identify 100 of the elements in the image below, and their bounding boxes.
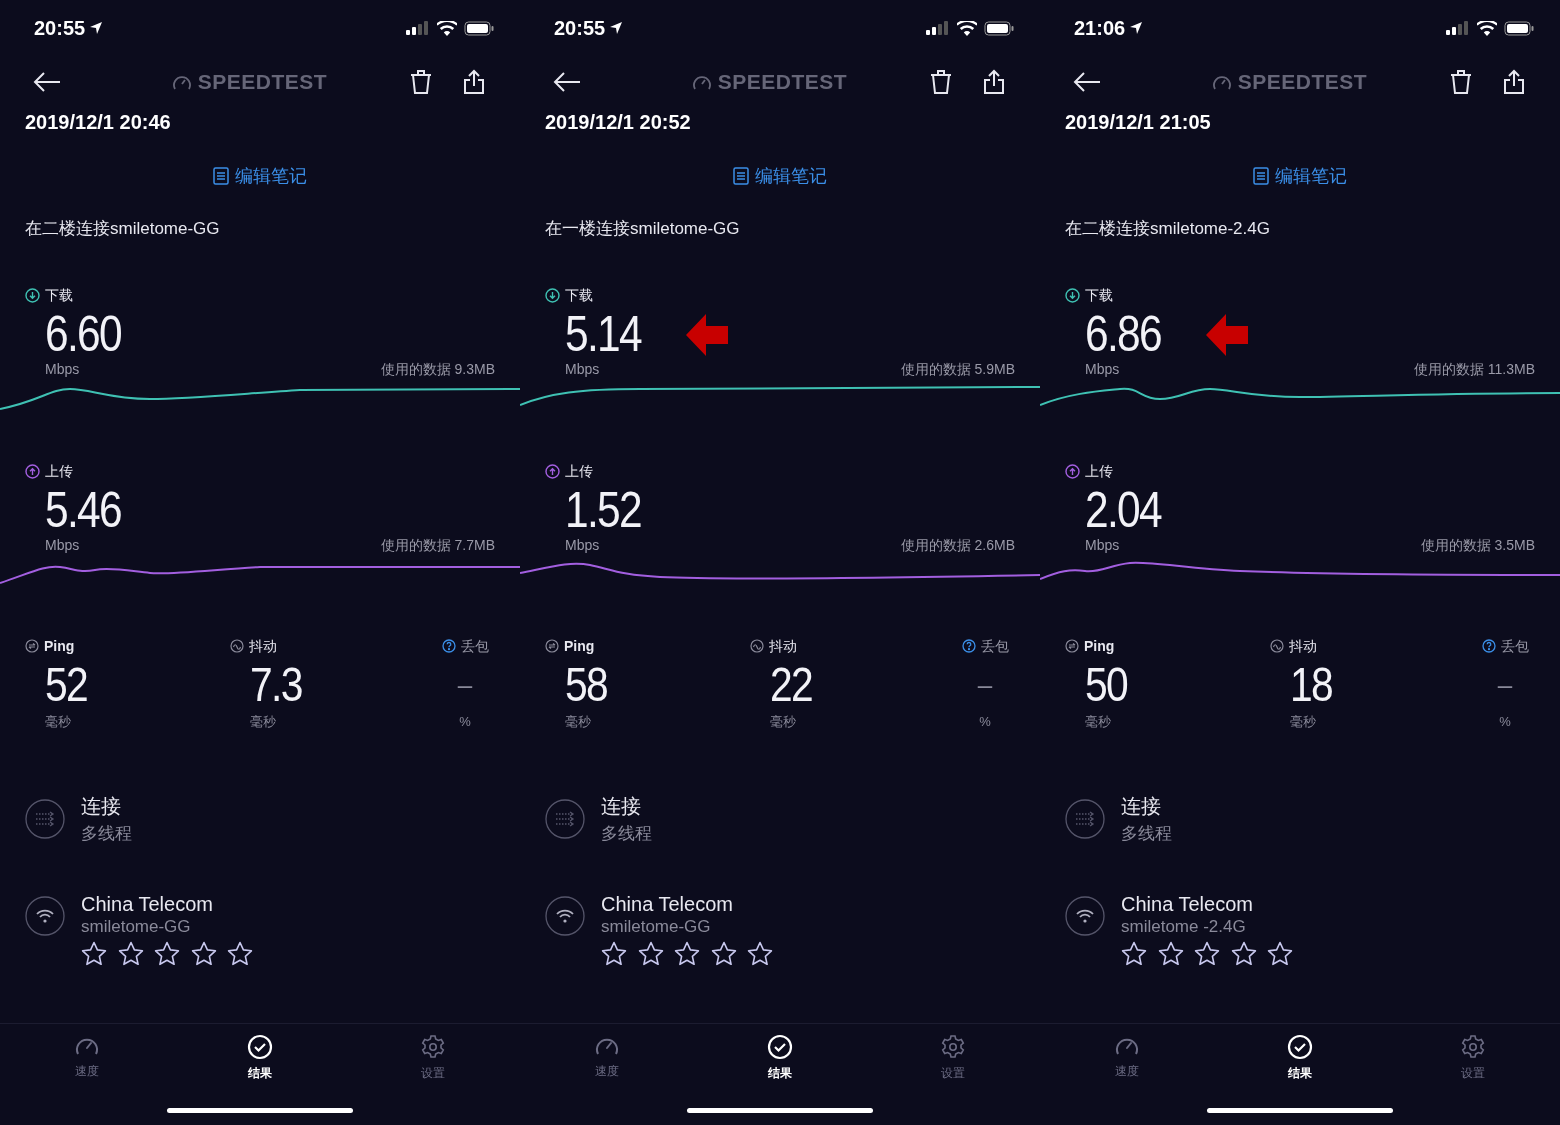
network-name: smiletome-GG: [601, 916, 712, 937]
status-time: 20:55: [554, 16, 606, 41]
unit-label: Mbps: [565, 535, 600, 555]
metric-label: 丢包: [460, 636, 489, 656]
tab-button[interactable]: 设置: [913, 1034, 993, 1095]
download-icon: [25, 287, 40, 303]
metric-unit: 毫秒: [565, 714, 591, 729]
wifi-icon: [1477, 20, 1497, 36]
status-time: 21:06: [1074, 16, 1126, 41]
star-icon: [81, 940, 107, 966]
ping-icon: [25, 639, 39, 653]
metric-label: Ping: [1084, 636, 1115, 656]
settings-icon: [1460, 1034, 1486, 1060]
test-date: 2019/12/1 21:05: [1065, 110, 1211, 135]
tab-button[interactable]: 设置: [1433, 1034, 1513, 1095]
star-icon: [747, 940, 773, 966]
star-icon: [227, 940, 253, 966]
metric-unit: %: [979, 714, 991, 729]
gauge-icon: [691, 73, 712, 91]
edit-note-link[interactable]: 编辑笔记: [733, 161, 827, 191]
check-circle-icon: [247, 1034, 273, 1060]
wifi-icon: [957, 20, 977, 36]
tab-button[interactable]: 速度: [567, 1034, 647, 1095]
section-label: 上传: [1085, 461, 1113, 481]
edit-note-link[interactable]: 编辑笔记: [213, 161, 307, 191]
wifi-icon: [1065, 895, 1105, 936]
metric-unit: 毫秒: [770, 714, 796, 729]
app-logo: SPEEDTEST: [717, 69, 848, 96]
star-icon: [190, 940, 217, 966]
section-label: 下载: [45, 285, 73, 305]
connection-icon: [25, 798, 65, 839]
star-icon: [1194, 940, 1220, 966]
metric-unit: %: [459, 714, 471, 729]
location-arrow-icon: [1129, 21, 1144, 35]
metric-label: 丢包: [980, 636, 1009, 656]
data-used: 使用的数据 9.3MB: [380, 359, 495, 379]
data-used: 使用的数据 11.3MB: [1413, 359, 1535, 379]
star-icon: [1157, 940, 1184, 966]
edit-note-link[interactable]: 编辑笔记: [1253, 161, 1347, 191]
star-icon: [1121, 940, 1147, 966]
metric-unit: 毫秒: [1290, 714, 1316, 729]
tab-button[interactable]: 速度: [47, 1034, 127, 1095]
star-icon: [637, 940, 664, 966]
status-time: 20:55: [34, 16, 86, 41]
check-circle-icon: [1287, 1034, 1313, 1060]
speed-value: 5.14: [565, 309, 641, 359]
connection-mode: 多线程: [601, 823, 652, 845]
tab-button[interactable]: 结果: [740, 1034, 820, 1095]
delete-button[interactable]: [408, 68, 434, 96]
connection-mode: 多线程: [1121, 823, 1172, 845]
tab-button[interactable]: 结果: [220, 1034, 300, 1095]
note-icon: [1253, 167, 1269, 185]
connection-icon: [545, 798, 585, 839]
data-used: 使用的数据 7.7MB: [380, 535, 495, 555]
metric-value: 52: [45, 661, 87, 709]
provider-name: China Telecom: [601, 891, 734, 917]
metric-value: 7.3: [250, 661, 302, 709]
help-icon: [1481, 639, 1496, 653]
upload-icon: [545, 463, 560, 479]
speed-value: 6.60: [45, 309, 121, 359]
data-used: 使用的数据 5.9MB: [900, 359, 1015, 379]
tab-button[interactable]: 速度: [1087, 1034, 1167, 1095]
network-name: smiletome -2.4G: [1121, 916, 1247, 937]
metric-unit: 毫秒: [1085, 714, 1111, 729]
star-icon: [117, 940, 144, 966]
app-logo: SPEEDTEST: [197, 69, 328, 96]
connection-title: 连接: [81, 794, 122, 819]
wifi-icon: [545, 895, 585, 936]
test-date: 2019/12/1 20:46: [25, 110, 171, 135]
gauge-icon: [171, 73, 192, 91]
tab-button[interactable]: 结果: [1260, 1034, 1340, 1095]
help-icon: [961, 639, 976, 653]
delete-button[interactable]: [928, 68, 954, 96]
share-button[interactable]: [982, 68, 1006, 96]
unit-label: Mbps: [45, 359, 80, 379]
unit-label: Mbps: [45, 535, 80, 555]
metric-label: 抖动: [1289, 636, 1317, 656]
download-icon: [545, 287, 560, 303]
metric-value: 50: [1085, 661, 1127, 709]
wave-icon: [1270, 639, 1284, 653]
connection-title: 连接: [1121, 794, 1162, 819]
settings-icon: [420, 1034, 446, 1060]
metric-value: 58: [565, 661, 607, 709]
metric-unit: %: [1499, 714, 1511, 729]
signal-icon: [406, 21, 430, 35]
metric-value: –: [977, 668, 993, 702]
data-used: 使用的数据 3.5MB: [1420, 535, 1535, 555]
unit-label: Mbps: [1085, 535, 1120, 555]
battery-icon: [464, 20, 494, 36]
star-icon: [154, 940, 180, 966]
wifi-icon: [25, 895, 65, 936]
upload-icon: [1065, 463, 1080, 479]
share-button[interactable]: [1502, 68, 1526, 96]
star-icon: [710, 940, 737, 966]
note-text: 在二楼连接smiletome-GG: [25, 218, 220, 241]
wave-icon: [750, 639, 764, 653]
download-icon: [1065, 287, 1080, 303]
share-button[interactable]: [462, 68, 486, 96]
delete-button[interactable]: [1448, 68, 1474, 96]
tab-button[interactable]: 设置: [393, 1034, 473, 1095]
